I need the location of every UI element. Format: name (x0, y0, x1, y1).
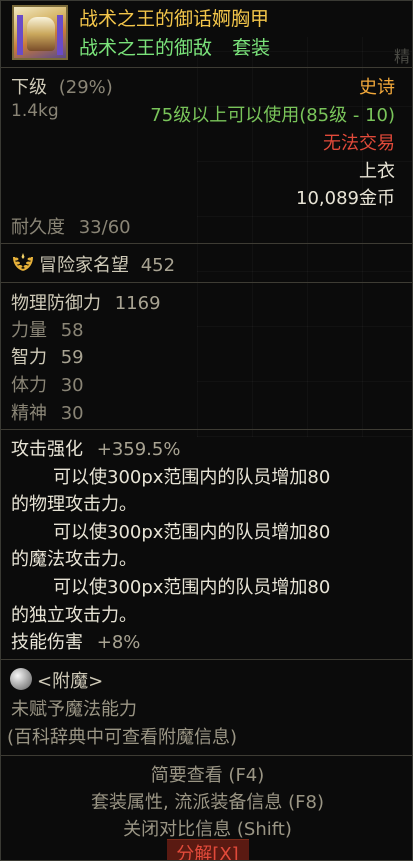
armor-item-icon (12, 5, 68, 60)
stat-value: 59 (60, 347, 84, 368)
enchant-orb-icon (10, 668, 32, 690)
brief-view-button[interactable]: 简要查看 (F4) (1, 761, 412, 787)
stat-row: 力量 58 (11, 316, 84, 342)
set-line: 战术之王的御敌 套装 (79, 33, 270, 60)
weight-label: 1.4kg (11, 101, 59, 121)
stat-row: 精神 30 (11, 399, 84, 425)
divider (1, 755, 412, 756)
attack-boost-row: 攻击强化 +359.5% (11, 435, 180, 461)
stat-row: 智力 59 (11, 343, 84, 369)
stat-label: 物理防御力 (11, 293, 101, 314)
divider (1, 429, 412, 430)
stat-value: 30 (60, 375, 84, 396)
set-name: 战术之王的御敌 (79, 37, 213, 59)
price-label: 10,089金币 (296, 188, 395, 209)
level-requirement: 75级以上可以使用(85级 - 10) (150, 105, 395, 126)
stat-row: 体力 30 (11, 371, 84, 397)
skill-damage-value: +8% (96, 632, 141, 653)
grade-percent: (29%) (58, 77, 113, 98)
tooltip-header: 战术之王的御话婀胸甲 战术之王的御敌 套装 精 (1, 1, 412, 66)
stat-label: 体力 (11, 375, 47, 396)
attack-boost-value: +359.5% (96, 439, 181, 460)
durability-value: 33/60 (78, 217, 131, 238)
item-tooltip: 战术之王的御话婀胸甲 战术之王的御敌 套装 精 下级 (29%) 史诗 1.4k… (0, 0, 413, 861)
effect-line: 可以使300px范围内的队员增加80 (53, 577, 331, 598)
set-info-button[interactable]: 套装属性, 流派装备信息 (F8) (1, 788, 412, 814)
effect-line: 可以使300px范围内的队员增加80 (53, 522, 331, 543)
durability-label: 耐久度 (11, 217, 65, 238)
stat-value: 58 (60, 320, 84, 341)
laurel-icon (13, 253, 33, 271)
stat-label: 智力 (11, 347, 47, 368)
effect-line: 可以使300px范围内的队员增加80 (53, 467, 331, 488)
decompose-button[interactable]: 分解[X] (1, 840, 412, 860)
effect-line: 的独立攻击力。 (11, 605, 137, 626)
enchant-title: <附魔> (37, 671, 104, 692)
stat-value: 1169 (114, 293, 161, 314)
divider (1, 659, 412, 660)
divider (1, 67, 412, 68)
effect-line: 的魔法攻击力。 (11, 549, 137, 570)
enchant-hint: (百科辞典中可查看附魔信息) (7, 727, 238, 748)
slot-label: 上衣 (359, 161, 395, 182)
enchant-none: 未赋予魔法能力 (11, 699, 137, 720)
faint-label: 精 (393, 47, 410, 66)
close-compare-button[interactable]: 关闭对比信息 (Shift) (1, 815, 412, 841)
skill-damage-label: 技能伤害 (11, 632, 83, 653)
skill-damage-row: 技能伤害 +8% (11, 628, 140, 654)
reputation-row: 冒险家名望 452 (39, 251, 175, 277)
divider (1, 243, 412, 244)
grade-label: 下级 (11, 77, 47, 98)
stat-label: 精神 (11, 403, 47, 424)
grade-row: 下级 (29%) (11, 73, 113, 99)
rarity-label: 史诗 (359, 77, 395, 98)
stat-value: 30 (60, 403, 84, 424)
durability-row: 耐久度 33/60 (11, 213, 131, 239)
stat-row: 物理防御力 1169 (11, 289, 161, 315)
set-tag: 套装 (232, 37, 271, 59)
stat-label: 力量 (11, 320, 47, 341)
divider (1, 282, 412, 283)
attack-boost-label: 攻击强化 (11, 439, 83, 460)
trade-status: 无法交易 (323, 133, 395, 154)
effect-line: 的物理攻击力。 (11, 494, 137, 515)
reputation-value: 452 (140, 255, 176, 276)
item-name: 战术之王的御话婀胸甲 (79, 8, 270, 30)
reputation-label: 冒险家名望 (39, 255, 129, 276)
